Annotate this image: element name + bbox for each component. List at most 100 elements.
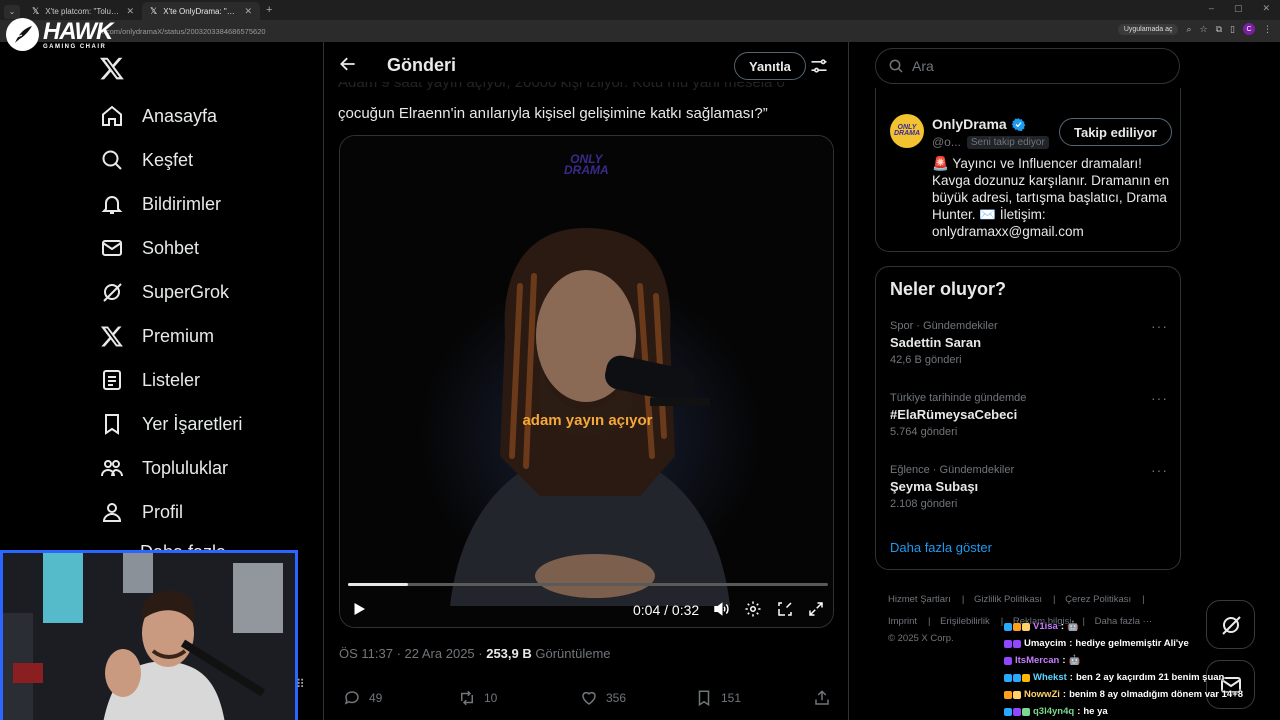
- bookmark-action[interactable]: 151: [695, 689, 741, 707]
- chat-badges: [1004, 673, 1030, 682]
- nav-item-notifications[interactable]: Bildirimler: [100, 182, 242, 226]
- author-bio: 🚨 Yayıncı ve Influencer dramaları! Kavga…: [932, 156, 1170, 239]
- nav-label: Listeler: [142, 369, 201, 390]
- nav-item-home[interactable]: Anasayfa: [100, 94, 242, 138]
- close-tab-icon[interactable]: ✕: [126, 6, 134, 17]
- minimize-icon[interactable]: –: [1209, 3, 1214, 14]
- footer-link[interactable]: Hizmet Şartları: [888, 594, 951, 605]
- settings-gear-icon[interactable]: [744, 600, 762, 618]
- browser-tab-2[interactable]: 𝕏 X'te OnlyDrama: "Psikolog Meli ✕: [142, 2, 260, 20]
- search-placeholder: Ara: [912, 58, 934, 74]
- trend-name: #ElaRümeysaCebeci: [890, 407, 1018, 422]
- video-progress-fill: [348, 583, 408, 586]
- open-in-app-button[interactable]: Uygulamada aç: [1117, 23, 1179, 35]
- post-time[interactable]: ÖS 11:37: [339, 646, 393, 661]
- search-input[interactable]: Ara: [875, 48, 1180, 84]
- home-icon: [102, 105, 122, 126]
- sliders-icon[interactable]: [809, 56, 829, 76]
- video-progress-bar[interactable]: [348, 583, 828, 586]
- video-frame: [340, 136, 833, 627]
- hawk-brand-name: HAWK: [43, 17, 113, 45]
- reply-action[interactable]: 49: [343, 689, 382, 707]
- nav-item-messages[interactable]: Sohbet: [100, 226, 242, 270]
- hawk-feather-icon: [6, 18, 39, 51]
- following-button[interactable]: Takip ediliyor: [1059, 118, 1172, 146]
- author-avatar[interactable]: ONLY DRAMA: [890, 114, 924, 148]
- chat-message: q3l4yn4q: he ya: [1004, 703, 1280, 720]
- verified-badge-icon: [1011, 117, 1026, 131]
- volume-icon[interactable]: [712, 600, 730, 618]
- grok-icon: [103, 283, 122, 302]
- chat-text: he ya: [1083, 706, 1108, 717]
- nav-label: Profil: [142, 501, 184, 522]
- trends-panel: Neler oluyor? Spor · Gündemdekiler Sadet…: [875, 266, 1181, 570]
- like-action[interactable]: 356: [580, 689, 626, 707]
- zoom-icon[interactable]: ⌕: [1186, 24, 1191, 35]
- star-icon[interactable]: ☆: [1200, 24, 1208, 35]
- close-tab-icon[interactable]: ✕: [244, 6, 252, 17]
- nav-item-profile[interactable]: Profil: [100, 490, 242, 534]
- browser-address-bar: x.com/onlydramaX/status/2003203384686575…: [0, 20, 1280, 42]
- nav-item-lists[interactable]: Listeler: [100, 358, 242, 402]
- nav-label: Topluluklar: [142, 457, 229, 478]
- search-icon: [889, 59, 903, 73]
- chat-message: Whekst: ben 2 ay kaçırdım 21 benim şuan: [1004, 669, 1280, 686]
- more-options-icon[interactable]: ···: [1151, 390, 1168, 406]
- show-more-link[interactable]: Daha fazla göster: [890, 540, 992, 555]
- bookmark-icon: [105, 414, 119, 435]
- picture-in-picture-icon[interactable]: [776, 600, 794, 618]
- close-window-icon[interactable]: ✕: [1262, 3, 1270, 14]
- window-controls: – ▢ ✕: [1209, 3, 1270, 14]
- chat-message: ItsMercan: 🤖: [1004, 652, 1280, 669]
- trend-item[interactable]: Spor · Gündemdekiler Sadettin Saran 42,6…: [890, 318, 1168, 366]
- post-date[interactable]: 22 Ara 2025: [405, 646, 475, 661]
- url-text[interactable]: x.com/onlydramaX/status/2003203384686575…: [100, 27, 266, 36]
- browser-menu-icon[interactable]: ⋮: [1263, 24, 1272, 35]
- trend-context: Eğlence · Gündemdekiler: [890, 464, 1015, 476]
- nav-label: Yer İşaretleri: [142, 413, 243, 434]
- bookmark-icon: [698, 690, 710, 707]
- hawk-brand-sub: GAMING CHAIR: [43, 43, 107, 50]
- x-logo-icon[interactable]: [99, 55, 127, 83]
- bookmark-count: 151: [721, 691, 742, 705]
- video-caption: adam yayın açıyor: [522, 412, 653, 429]
- footer-link[interactable]: Erişilebilirlik: [940, 616, 990, 627]
- repost-action[interactable]: 10: [458, 689, 497, 707]
- fullscreen-icon[interactable]: [807, 600, 825, 618]
- reply-button[interactable]: Yanıtla: [734, 52, 806, 80]
- nav-item-explore[interactable]: Keşfet: [100, 138, 242, 182]
- drag-handle-icon[interactable]: ⠿: [296, 677, 305, 691]
- nav-label: SuperGrok: [142, 281, 230, 302]
- author-name-row[interactable]: OnlyDrama: [932, 116, 1026, 132]
- extensions-icon[interactable]: ⧉: [1216, 24, 1222, 35]
- sidebar-icon[interactable]: ▯: [1230, 24, 1235, 35]
- nav-item-supergrok[interactable]: SuperGrok: [100, 270, 242, 314]
- trend-item[interactable]: Türkiye tarihinde gündemde #ElaRümeysaCe…: [890, 390, 1168, 438]
- tab-search-button[interactable]: ⌄: [4, 4, 20, 19]
- nav-item-premium[interactable]: Premium: [100, 314, 242, 358]
- footer-link[interactable]: Gizlilik Politikası: [974, 594, 1042, 605]
- new-tab-icon[interactable]: +: [266, 4, 272, 16]
- repost-count: 10: [484, 691, 498, 705]
- footer-link[interactable]: Çerez Politikası: [1065, 594, 1131, 605]
- author-handle-row: @o... Seni takip ediyor: [932, 135, 1049, 149]
- communities-icon: [101, 460, 123, 477]
- browser-profile-avatar[interactable]: C: [1243, 23, 1255, 35]
- trend-count: 2.108 gönderi: [890, 498, 958, 510]
- footer-link[interactable]: Imprint: [888, 616, 917, 627]
- trend-item[interactable]: Eğlence · Gündemdekiler Şeyma Subaşı 2.1…: [890, 462, 1168, 510]
- back-arrow-icon[interactable]: [338, 54, 358, 74]
- trend-name: Şeyma Subaşı: [890, 479, 979, 494]
- nav-item-bookmarks[interactable]: Yer İşaretleri: [100, 402, 242, 446]
- share-action[interactable]: [813, 689, 831, 707]
- more-options-icon[interactable]: ···: [1151, 318, 1168, 334]
- hawk-overlay-logo: HAWK GAMING CHAIR: [6, 17, 113, 51]
- play-icon[interactable]: [350, 600, 368, 618]
- chat-message: V1isa: 🤖: [1004, 618, 1280, 635]
- maximize-icon[interactable]: ▢: [1234, 3, 1243, 14]
- share-icon: [815, 690, 829, 705]
- nav-item-communities[interactable]: Topluluklar: [100, 446, 242, 490]
- author-handle: @o...: [932, 135, 961, 149]
- video-player[interactable]: ONLY DRAMA adam yayın açıyor 0:04 / 0:32: [339, 135, 834, 628]
- more-options-icon[interactable]: ···: [1151, 462, 1168, 478]
